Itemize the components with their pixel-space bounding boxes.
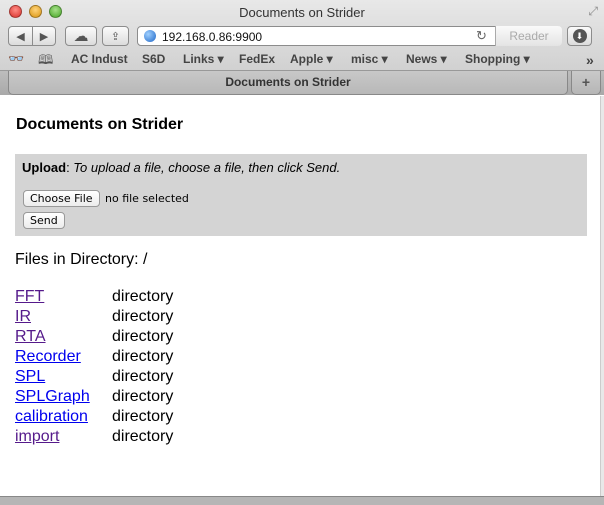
title-bar: Documents on Strider ⤢: [0, 0, 604, 24]
new-tab-button[interactable]: +: [571, 71, 601, 95]
send-button[interactable]: Send: [23, 212, 65, 229]
address-bar[interactable]: 192.168.0.86:9900 ↻ Reader: [137, 26, 562, 46]
choose-file-button[interactable]: Choose File: [23, 190, 100, 207]
file-link[interactable]: SPL: [15, 368, 45, 386]
file-row: Recorder directory: [15, 348, 315, 368]
bookmarks-overflow-icon[interactable]: »: [586, 52, 594, 68]
bookmark-fedex[interactable]: FedEx: [239, 52, 275, 66]
status-bar: [0, 496, 604, 505]
back-icon: ◀: [16, 30, 25, 43]
share-button[interactable]: ⇪: [102, 26, 129, 46]
forward-button[interactable]: ▶: [32, 26, 56, 46]
file-type: directory: [112, 388, 174, 405]
file-link[interactable]: calibration: [15, 408, 88, 426]
file-type: directory: [112, 308, 174, 325]
scrollbar[interactable]: [600, 96, 604, 496]
bookmark-links-menu[interactable]: Links ▾: [183, 52, 224, 66]
file-list: FFT directory IR directory RTA directory Re…: [15, 288, 315, 448]
tab-bar: Documents on Strider +: [0, 70, 604, 95]
window-title: Documents on Strider: [239, 5, 365, 20]
file-row: import directory: [15, 428, 315, 448]
file-row: FFT directory: [15, 288, 315, 308]
forward-icon: ▶: [39, 30, 49, 43]
upload-instructions: Upload: To upload a file, choose a file,…: [22, 160, 341, 175]
back-button[interactable]: ◀: [8, 26, 33, 46]
directory-heading: Files in Directory: /: [15, 251, 148, 268]
file-type: directory: [112, 328, 174, 345]
bookmarks-bar: 👓 🕮 AC Indust S6D Links ▾ FedEx Apple ▾ …: [0, 49, 604, 69]
plus-icon: +: [581, 74, 591, 90]
url-text[interactable]: 192.168.0.86:9900: [162, 30, 262, 44]
reading-list-icon[interactable]: 👓: [8, 51, 24, 67]
fullscreen-icon[interactable]: ⤢: [588, 4, 598, 19]
upload-label: Upload: [22, 160, 67, 175]
browser-chrome: Documents on Strider ⤢ ◀ ▶ ☁ ⇪ 192.168.0…: [0, 0, 604, 95]
icloud-tabs-button[interactable]: ☁: [65, 26, 97, 46]
bookmark-misc-menu[interactable]: misc ▾: [351, 52, 388, 66]
file-row: SPL directory: [15, 368, 315, 388]
file-row: RTA directory: [15, 328, 315, 348]
file-row: calibration directory: [15, 408, 315, 428]
tab-documents-on-strider[interactable]: Documents on Strider: [8, 71, 568, 95]
reader-button[interactable]: Reader: [495, 26, 562, 46]
page-content: Documents on Strider Upload: To upload a…: [0, 96, 600, 496]
upload-hint: To upload a file, choose a file, then cl…: [73, 160, 341, 175]
file-link[interactable]: SPLGraph: [15, 388, 90, 406]
reload-icon[interactable]: ↻: [476, 28, 487, 44]
file-row: SPLGraph directory: [15, 388, 315, 408]
bookmark-apple-menu[interactable]: Apple ▾: [290, 52, 333, 66]
file-link[interactable]: IR: [15, 308, 31, 326]
file-row: IR directory: [15, 308, 315, 328]
file-status: no file selected: [105, 192, 189, 205]
share-icon: ⇪: [110, 30, 121, 43]
download-icon: ⬇: [572, 29, 587, 43]
file-type: directory: [112, 368, 174, 385]
file-type: directory: [112, 348, 174, 365]
bookmark-shopping-menu[interactable]: Shopping ▾: [465, 52, 530, 66]
file-link[interactable]: RTA: [15, 328, 46, 346]
file-link[interactable]: Recorder: [15, 348, 81, 366]
bookmark-s6d[interactable]: S6D: [142, 52, 165, 66]
globe-icon: [144, 30, 156, 42]
browser-window: Documents on Strider ⤢ ◀ ▶ ☁ ⇪ 192.168.0…: [0, 0, 604, 505]
file-type: directory: [112, 408, 174, 425]
cloud-icon: ☁: [73, 28, 89, 45]
page-title: Documents on Strider: [16, 116, 184, 133]
file-type: directory: [112, 428, 174, 445]
bookmark-news-menu[interactable]: News ▾: [406, 52, 447, 66]
file-link[interactable]: import: [15, 428, 59, 446]
file-type: directory: [112, 288, 174, 305]
file-link[interactable]: FFT: [15, 288, 44, 306]
toolbar: ◀ ▶ ☁ ⇪ 192.168.0.86:9900 ↻ Reader ⬇: [0, 24, 604, 48]
downloads-button[interactable]: ⬇: [567, 26, 592, 46]
upload-panel: Upload: To upload a file, choose a file,…: [15, 154, 587, 236]
bookmark-ac-indust[interactable]: AC Indust: [71, 52, 128, 66]
